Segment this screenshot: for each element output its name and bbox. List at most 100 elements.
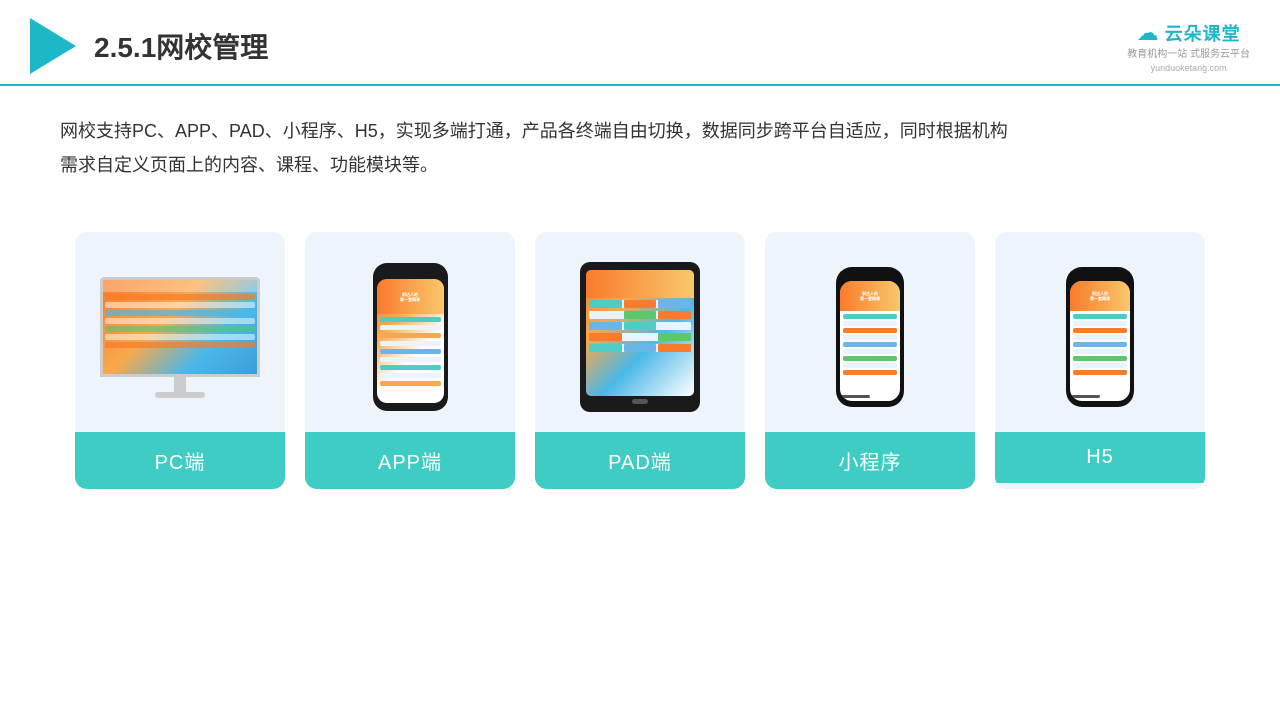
monitor-stand xyxy=(174,377,186,392)
t-block-3 xyxy=(658,300,691,308)
monitor-row-7 xyxy=(105,342,255,348)
t-block-4 xyxy=(589,311,622,319)
phone-row-2 xyxy=(380,325,441,330)
cards-container: PC端 职达人的第一堂网课 xyxy=(0,202,1280,519)
card-app-label: APP端 xyxy=(305,432,515,489)
miniprogram-phone-icon: 职达人的第一堂网课 xyxy=(836,267,904,407)
phone-notch xyxy=(398,271,422,276)
phone-row-5 xyxy=(380,349,441,354)
card-app-image: 职达人的第一堂网课 xyxy=(305,232,515,432)
t-block-6 xyxy=(658,311,691,319)
logo-triangle-icon xyxy=(30,18,76,74)
h5-row-9 xyxy=(1073,370,1127,375)
phone-row-7 xyxy=(380,365,441,370)
card-pc-label: PC端 xyxy=(75,432,285,489)
t-block-5 xyxy=(624,311,657,319)
mini-row-5 xyxy=(843,342,897,347)
mini-bottom-bar xyxy=(840,395,870,398)
header-left: 2.5.1网校管理 xyxy=(30,18,268,74)
phone-row-6 xyxy=(380,357,441,362)
mini-row-7 xyxy=(843,356,897,361)
t-block-8 xyxy=(624,322,657,330)
mini-header: 职达人的第一堂网课 xyxy=(840,281,900,311)
mini-notch xyxy=(860,273,880,277)
h5-screen: 职达人的第一堂网课 xyxy=(1070,281,1130,401)
t-block-13 xyxy=(589,344,622,352)
h5-notch xyxy=(1090,273,1110,277)
tablet-home-button xyxy=(632,399,648,404)
card-pad-image xyxy=(535,232,745,432)
tablet-content xyxy=(589,300,691,352)
description-text: 网校支持PC、APP、PAD、小程序、H5，实现多端打通，产品各终端自由切换，数… xyxy=(60,114,1220,148)
mini-row-2 xyxy=(843,321,897,326)
phone-row-4 xyxy=(380,341,441,346)
mini-row-8 xyxy=(843,363,897,368)
mini-row-4 xyxy=(843,335,897,340)
t-block-15 xyxy=(658,344,691,352)
brand-cloud: ☁ 云朵课堂 xyxy=(1137,20,1241,46)
monitor-row-4 xyxy=(105,318,255,324)
tablet-row-3 xyxy=(589,322,691,330)
mini-row-9 xyxy=(843,370,897,375)
phone-content xyxy=(380,317,441,386)
h5-header: 职达人的第一堂网课 xyxy=(1070,281,1130,311)
h5-header-text: 职达人的第一堂网课 xyxy=(1090,291,1110,301)
card-h5-image: 职达人的第一堂网课 xyxy=(995,232,1205,432)
card-pad-label: PAD端 xyxy=(535,432,745,489)
monitor-row-6 xyxy=(105,334,255,340)
app-phone-icon: 职达人的第一堂网课 xyxy=(373,263,448,411)
brand-logo: ☁ 云朵课堂 教育机构一站 式服务云平台 yunduoketang.com xyxy=(1127,20,1250,73)
h5-row-3 xyxy=(1073,328,1127,333)
mini-header-text: 职达人的第一堂网课 xyxy=(860,291,880,301)
mini-row-6 xyxy=(843,349,897,354)
card-miniprogram-image: 职达人的第一堂网课 xyxy=(765,232,975,432)
h5-row-6 xyxy=(1073,349,1127,354)
card-pc: PC端 xyxy=(75,232,285,489)
card-app: 职达人的第一堂网课 APP端 xyxy=(305,232,515,489)
mini-screen: 职达人的第一堂网课 xyxy=(840,281,900,401)
card-pad: PAD端 xyxy=(535,232,745,489)
phone-row-8 xyxy=(380,373,441,378)
monitor-row-2 xyxy=(105,302,255,308)
mini-body xyxy=(840,311,900,378)
cloud-icon: ☁ xyxy=(1137,20,1159,46)
pc-monitor-icon xyxy=(100,277,260,398)
card-h5-label: H5 xyxy=(995,432,1205,483)
phone-row-1 xyxy=(380,317,441,322)
monitor-screen xyxy=(100,277,260,377)
page-header: 2.5.1网校管理 ☁ 云朵课堂 教育机构一站 式服务云平台 yunduoket… xyxy=(0,0,1280,86)
h5-row-5 xyxy=(1073,342,1127,347)
page-title: 2.5.1网校管理 xyxy=(94,26,268,66)
tablet-row-2 xyxy=(589,311,691,319)
mini-row-3 xyxy=(843,328,897,333)
mini-row-1 xyxy=(843,314,897,319)
pad-tablet-icon xyxy=(580,262,700,412)
t-block-1 xyxy=(589,300,622,308)
monitor-row-5 xyxy=(105,326,255,332)
brand-url: yunduoketang.com xyxy=(1151,63,1227,73)
phone-screen: 职达人的第一堂网课 xyxy=(377,279,444,403)
tablet-row-5 xyxy=(589,344,691,352)
card-miniprogram-label: 小程序 xyxy=(765,432,975,489)
h5-bottom-bar xyxy=(1070,395,1100,398)
monitor-base xyxy=(155,392,205,398)
monitor-row-3 xyxy=(105,310,255,316)
tablet-row-4 xyxy=(589,333,691,341)
brand-tagline: 教育机构一站 式服务云平台 xyxy=(1127,48,1250,61)
t-block-7 xyxy=(589,322,622,330)
tablet-screen xyxy=(586,270,694,396)
card-h5: 职达人的第一堂网课 H5 xyxy=(995,232,1205,489)
card-miniprogram: 职达人的第一堂网课 小程序 xyxy=(765,232,975,489)
tablet-header xyxy=(586,270,694,298)
h5-row-2 xyxy=(1073,321,1127,326)
card-pc-image xyxy=(75,232,285,432)
tablet-row-1 xyxy=(589,300,691,308)
brand-name: 云朵课堂 xyxy=(1165,20,1241,46)
description-text-2: 需求自定义页面上的内容、课程、功能模块等。 xyxy=(60,148,1220,182)
page-description: 网校支持PC、APP、PAD、小程序、H5，实现多端打通，产品各终端自由切换，数… xyxy=(0,86,1280,192)
h5-row-8 xyxy=(1073,363,1127,368)
t-block-11 xyxy=(624,333,657,341)
h5-body xyxy=(1070,311,1130,378)
h5-phone-icon: 职达人的第一堂网课 xyxy=(1066,267,1134,407)
t-block-9 xyxy=(658,322,691,330)
